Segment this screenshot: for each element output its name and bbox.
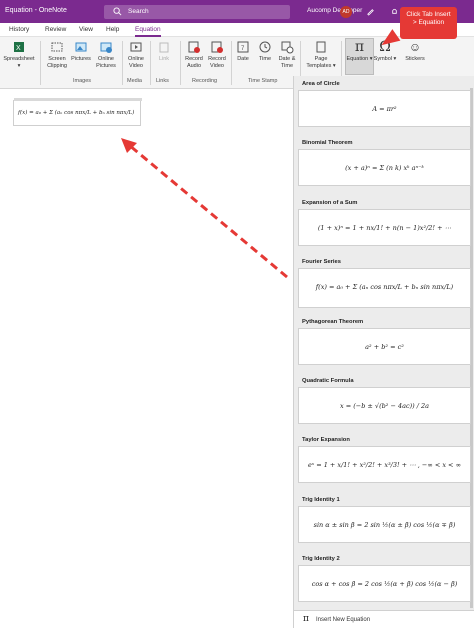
page-templates-button[interactable]: Page Templates ▾ bbox=[304, 40, 338, 69]
equation-card-quadratic[interactable]: x = (−b ± √(b² − 4ac)) / 2a bbox=[298, 387, 471, 424]
screen-clipping-icon bbox=[51, 42, 63, 52]
window-title: Equation - OneNote bbox=[5, 7, 67, 14]
smiley-icon: ☺ bbox=[408, 40, 422, 54]
pi-icon: π bbox=[354, 39, 365, 55]
clock-icon bbox=[259, 41, 271, 53]
container-handle[interactable] bbox=[14, 98, 142, 101]
canvas-equation: f(x) = a₀ + Σ (aₙ cos nπx/L + bₙ sin nπx… bbox=[18, 110, 135, 116]
search-box[interactable]: Search bbox=[104, 5, 290, 19]
equation-title-pythagorean: Pythagorean Theorem bbox=[302, 319, 364, 325]
time-button[interactable]: Time bbox=[255, 40, 275, 63]
ribbon-separator bbox=[231, 41, 232, 85]
equation-card-trig-2[interactable]: cos α + cos β = 2 cos ½(α + β) cos ½(α −… bbox=[298, 565, 471, 602]
dashed-arrow bbox=[121, 138, 288, 279]
spreadsheet-button[interactable]: X Spreadsheet ▾ bbox=[2, 40, 36, 69]
pictures-button[interactable]: Pictures bbox=[70, 40, 92, 63]
online-pictures-button[interactable]: Online Pictures bbox=[93, 40, 119, 69]
link-icon bbox=[159, 42, 169, 53]
equation-title-trig-2: Trig Identity 2 bbox=[302, 556, 340, 562]
tab-equation[interactable]: Equation bbox=[135, 26, 161, 33]
group-images: Images bbox=[73, 78, 92, 84]
group-recording: Recording bbox=[192, 78, 218, 84]
calendar-icon: 7 bbox=[237, 41, 249, 53]
canvas-equation-box[interactable]: f(x) = a₀ + Σ (aₙ cos nπx/L + bₙ sin nπx… bbox=[13, 98, 142, 126]
date-time-button[interactable]: Date & Time bbox=[276, 40, 298, 69]
user-name[interactable]: Aucomp Developer bbox=[307, 7, 362, 14]
pen-icon[interactable] bbox=[366, 7, 375, 16]
avatar[interactable]: AD bbox=[340, 6, 352, 18]
online-video-button[interactable]: Online Video bbox=[124, 40, 148, 69]
equation-title-trig-1: Trig Identity 1 bbox=[302, 497, 340, 503]
equation-title-expansion: Expansion of a Sum bbox=[302, 200, 358, 206]
svg-text:7: 7 bbox=[241, 46, 245, 52]
search-icon bbox=[113, 7, 122, 16]
equation-title-quadratic: Quadratic Formula bbox=[302, 378, 354, 384]
equation-title-binomial: Binomial Theorem bbox=[302, 140, 353, 146]
ribbon-separator bbox=[150, 41, 151, 85]
page-templates-icon bbox=[316, 41, 326, 53]
pictures-icon bbox=[75, 42, 87, 52]
equation-button[interactable]: π Equation ▾ bbox=[345, 40, 374, 63]
equation-title-taylor: Taylor Expansion bbox=[302, 437, 350, 443]
equation-title-fourier: Fourier Series bbox=[302, 259, 341, 265]
calendar-clock-icon bbox=[281, 41, 294, 54]
record-audio-icon bbox=[188, 41, 200, 53]
equation-card-fourier[interactable]: f(x) = a₀ + Σ (aₙ cos nπx/L + bₙ sin nπx… bbox=[298, 268, 471, 308]
instruction-callout: Click Tab Insert > Equation bbox=[400, 7, 457, 39]
screen-clipping-button[interactable]: Screen Clipping bbox=[42, 40, 72, 69]
record-video-icon bbox=[211, 41, 223, 53]
tab-history[interactable]: History bbox=[9, 26, 29, 33]
tab-review[interactable]: Review bbox=[45, 26, 66, 33]
tab-help[interactable]: Help bbox=[106, 26, 119, 33]
stickers-button[interactable]: ☺ Stickers bbox=[402, 40, 428, 63]
search-placeholder: Search bbox=[128, 8, 149, 15]
ribbon-separator bbox=[122, 41, 123, 85]
group-links: Links bbox=[156, 78, 169, 84]
pi-icon: π bbox=[303, 614, 309, 624]
date-button[interactable]: 7 Date bbox=[233, 40, 253, 63]
ribbon-separator bbox=[180, 41, 181, 85]
equation-card-binomial[interactable]: (x + a)ⁿ = Σ (n k) xᵏ aⁿ⁻ᵏ bbox=[298, 149, 471, 186]
bell-icon[interactable] bbox=[390, 7, 399, 16]
excel-icon: X bbox=[14, 42, 24, 52]
equation-card-pythagorean[interactable]: a² + b² = c² bbox=[298, 328, 471, 365]
equation-card-taylor[interactable]: eˣ = 1 + x/1! + x²/2! + x³/3! + ⋯ , −∞ <… bbox=[298, 446, 471, 483]
ribbon-separator bbox=[40, 41, 41, 85]
tab-view[interactable]: View bbox=[79, 26, 93, 33]
equation-card-expansion[interactable]: (1 + x)ⁿ = 1 + nx/1! + n(n − 1)x²/2! + ⋯ bbox=[298, 209, 471, 246]
equation-card-area-of-circle[interactable]: A = πr² bbox=[298, 90, 471, 127]
record-audio-button[interactable]: Record Audio bbox=[182, 40, 206, 69]
group-time-stamp: Time Stamp bbox=[248, 78, 278, 84]
online-video-icon bbox=[130, 42, 142, 52]
svg-text:X: X bbox=[16, 45, 21, 52]
group-media: Media bbox=[127, 78, 142, 84]
equation-card-trig-1[interactable]: sin α ± sin β = 2 sin ½(α ± β) cos ½(α ∓… bbox=[298, 506, 471, 543]
record-video-button[interactable]: Record Video bbox=[205, 40, 229, 69]
online-pictures-icon bbox=[100, 42, 112, 53]
link-button[interactable]: Link bbox=[152, 40, 176, 63]
insert-new-equation-button[interactable]: π Insert New Equation bbox=[294, 610, 474, 628]
equation-title-area-of-circle: Area of Circle bbox=[302, 81, 340, 87]
